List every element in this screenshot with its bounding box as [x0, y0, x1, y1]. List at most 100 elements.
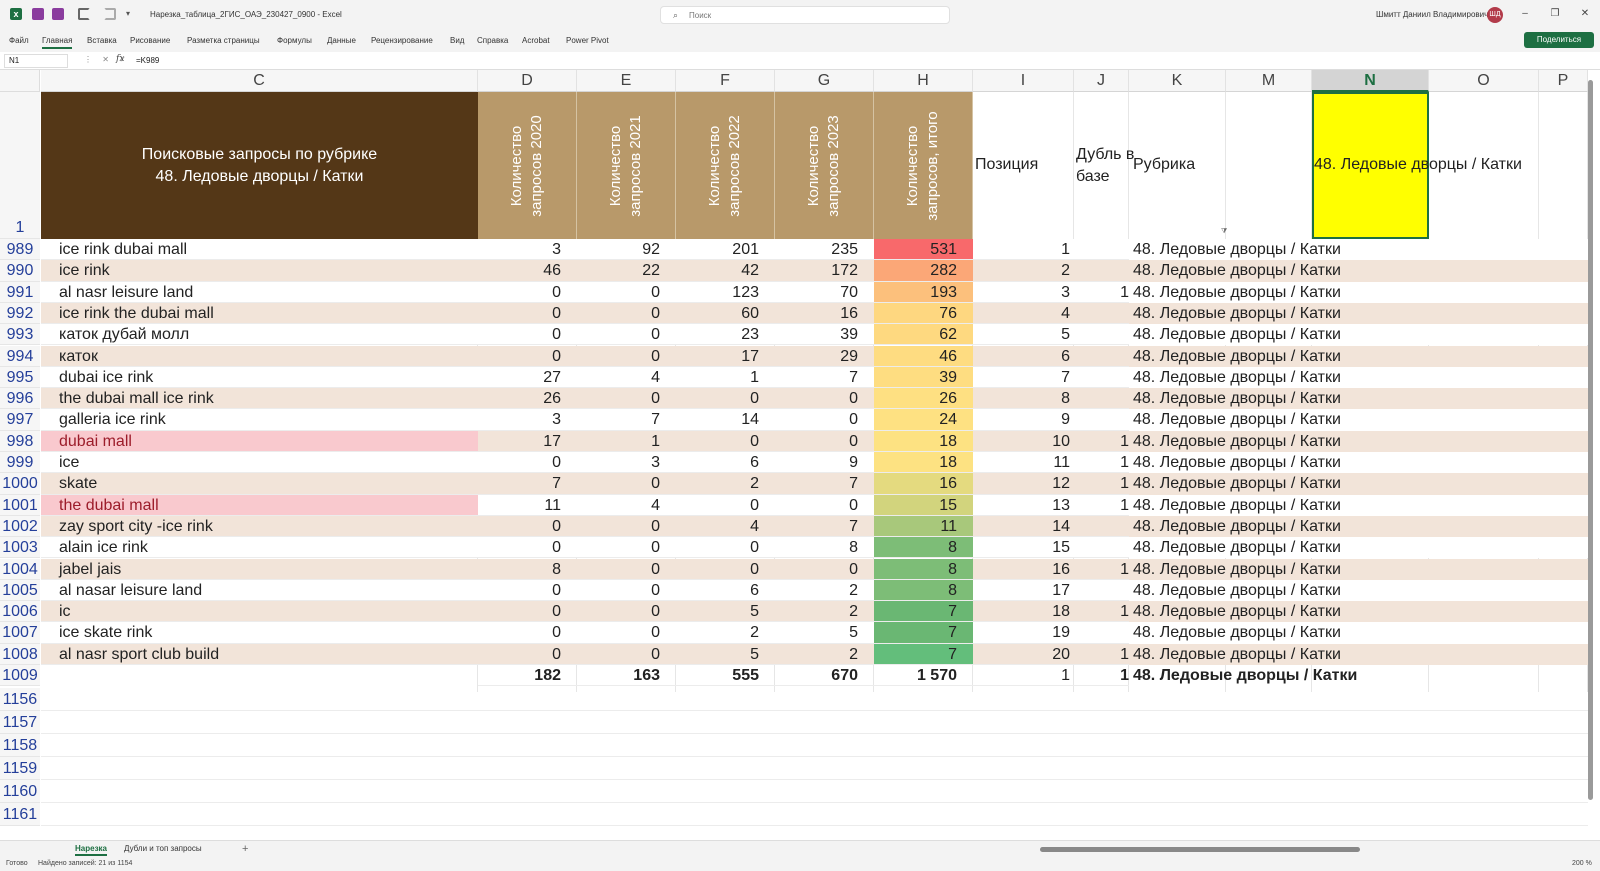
cell-query[interactable]: ice: [41, 452, 478, 474]
cell-count-f[interactable]: 2: [676, 622, 775, 644]
cell-position[interactable]: 7: [973, 367, 1074, 389]
cell-count-e[interactable]: 0: [577, 537, 676, 559]
column-header-j[interactable]: J: [1074, 70, 1129, 92]
total-e[interactable]: 163: [577, 665, 676, 687]
cell-count-e[interactable]: 0: [577, 516, 676, 538]
zoom-level[interactable]: 200 %: [1572, 860, 1592, 867]
cell-count-d[interactable]: 0: [478, 601, 577, 623]
cell-count-g[interactable]: 39: [775, 324, 874, 346]
tab-data[interactable]: Данные: [327, 36, 356, 45]
cell-position[interactable]: 9: [973, 409, 1074, 431]
row-header[interactable]: 1008: [0, 643, 40, 665]
cell-position[interactable]: 19: [973, 622, 1074, 644]
row-header[interactable]: 997: [0, 409, 40, 431]
cell-count-f[interactable]: 5: [676, 644, 775, 665]
cell-count-e[interactable]: 0: [577, 282, 676, 303]
cell-duplicate[interactable]: 1: [1074, 282, 1129, 303]
cell-count-g[interactable]: 0: [775, 495, 874, 516]
cell-query[interactable]: al nasr leisure land: [41, 282, 478, 303]
cell-count-f[interactable]: 0: [676, 559, 775, 580]
filter-icon[interactable]: ⧩: [1221, 228, 1227, 236]
row-header[interactable]: 990: [0, 260, 40, 282]
cell-count-f[interactable]: 5: [676, 601, 775, 623]
cell-query[interactable]: ice rink the dubai mall: [41, 303, 478, 325]
cell-count-f[interactable]: 201: [676, 239, 775, 261]
cell-count-g[interactable]: 7: [775, 367, 874, 389]
formula-input[interactable]: =K989: [136, 56, 159, 65]
total-d[interactable]: 182: [478, 665, 577, 687]
column-header-g[interactable]: G: [775, 70, 874, 92]
cell-query[interactable]: skate: [41, 473, 478, 495]
cell-count-total[interactable]: 7: [874, 643, 973, 665]
cell-count-g[interactable]: 7: [775, 516, 874, 538]
cell-rubric[interactable]: 48. Ледовые дворцы / Катки: [1133, 260, 1341, 281]
redo-icon[interactable]: [104, 8, 116, 20]
cell-count-total[interactable]: 531: [874, 239, 973, 261]
cell-count-e[interactable]: 0: [577, 346, 676, 367]
cell-duplicate[interactable]: [1074, 346, 1129, 367]
cell-position[interactable]: 12: [973, 473, 1074, 495]
cell-position[interactable]: 5: [973, 324, 1074, 346]
cell-count-f[interactable]: 60: [676, 303, 775, 325]
cell-count-d[interactable]: 7: [478, 473, 577, 495]
cell-rubric[interactable]: 48. Ледовые дворцы / Катки: [1133, 622, 1341, 643]
cell-position[interactable]: 13: [973, 495, 1074, 516]
column-header-i[interactable]: I: [973, 70, 1074, 92]
cell-position[interactable]: 8: [973, 388, 1074, 410]
column-header-f[interactable]: F: [676, 70, 775, 92]
row-header[interactable]: 989: [0, 239, 40, 261]
row-header[interactable]: 995: [0, 366, 40, 389]
cell-count-total[interactable]: 11: [874, 515, 973, 538]
cell-count-g[interactable]: 8: [775, 537, 874, 559]
cell-count-total[interactable]: 7: [874, 601, 973, 623]
row-header[interactable]: 1159: [0, 757, 40, 781]
cell-rubric[interactable]: 48. Ледовые дворцы / Катки: [1133, 431, 1341, 452]
row-header-1[interactable]: 1: [0, 92, 40, 239]
cell-count-e[interactable]: 22: [577, 260, 676, 282]
row-header[interactable]: 1001: [0, 494, 40, 516]
row-header[interactable]: 1005: [0, 579, 40, 602]
cell-count-d[interactable]: 46: [478, 260, 577, 282]
tab-home[interactable]: Главная: [42, 36, 73, 49]
cell-count-g[interactable]: 172: [775, 260, 874, 282]
row-header[interactable]: 1002: [0, 515, 40, 538]
cell-count-d[interactable]: 0: [478, 303, 577, 325]
cell-count-total[interactable]: 8: [874, 558, 973, 580]
cell-duplicate[interactable]: [1074, 367, 1129, 389]
cell-count-d[interactable]: 0: [478, 580, 577, 602]
cell-count-total[interactable]: 282: [874, 260, 973, 282]
tab-acrobat[interactable]: Acrobat: [522, 36, 550, 45]
column-header-k[interactable]: K: [1129, 70, 1226, 92]
cell-query[interactable]: al nasar leisure land: [41, 580, 478, 602]
cell-count-d[interactable]: 0: [478, 516, 577, 538]
cell-query[interactable]: jabel jais: [41, 559, 478, 580]
cell-query[interactable]: the dubai mall: [41, 494, 478, 516]
name-box[interactable]: N1: [4, 54, 68, 68]
cell-rubric[interactable]: 48. Ледовые дворцы / Катки: [1133, 239, 1341, 260]
cell-rubric[interactable]: 48. Ледовые дворцы / Катки: [1133, 388, 1341, 409]
cell-count-f[interactable]: 0: [676, 388, 775, 410]
column-header-p[interactable]: P: [1539, 70, 1588, 92]
cell-count-d[interactable]: 0: [478, 282, 577, 303]
row-header[interactable]: 1003: [0, 537, 40, 559]
cell-query[interactable]: dubai ice rink: [41, 367, 478, 389]
cell-duplicate[interactable]: 1: [1074, 473, 1129, 495]
tab-power-pivot[interactable]: Power Pivot: [566, 36, 609, 45]
sheet-tab-narezka[interactable]: Нарезка: [75, 844, 107, 856]
cell-count-g[interactable]: 29: [775, 346, 874, 367]
row-header[interactable]: 998: [0, 430, 40, 452]
table-icon[interactable]: [52, 8, 64, 20]
add-sheet-icon[interactable]: +: [242, 843, 248, 855]
close-button[interactable]: ✕: [1578, 8, 1592, 19]
cell-count-f[interactable]: 23: [676, 324, 775, 346]
cell-duplicate[interactable]: 1: [1074, 644, 1129, 665]
cell-count-d[interactable]: 0: [478, 346, 577, 367]
cell-query[interactable]: ic: [41, 601, 478, 623]
cell-position[interactable]: 16: [973, 559, 1074, 580]
cell-count-total[interactable]: 39: [874, 366, 973, 389]
cell-duplicate[interactable]: 1: [1074, 495, 1129, 516]
cell-count-e[interactable]: 4: [577, 367, 676, 389]
cell-count-d[interactable]: 11: [478, 495, 577, 516]
cell-rubric[interactable]: 48. Ледовые дворцы / Катки: [1133, 495, 1341, 516]
cell-rubric[interactable]: 48. Ледовые дворцы / Катки: [1133, 282, 1341, 303]
